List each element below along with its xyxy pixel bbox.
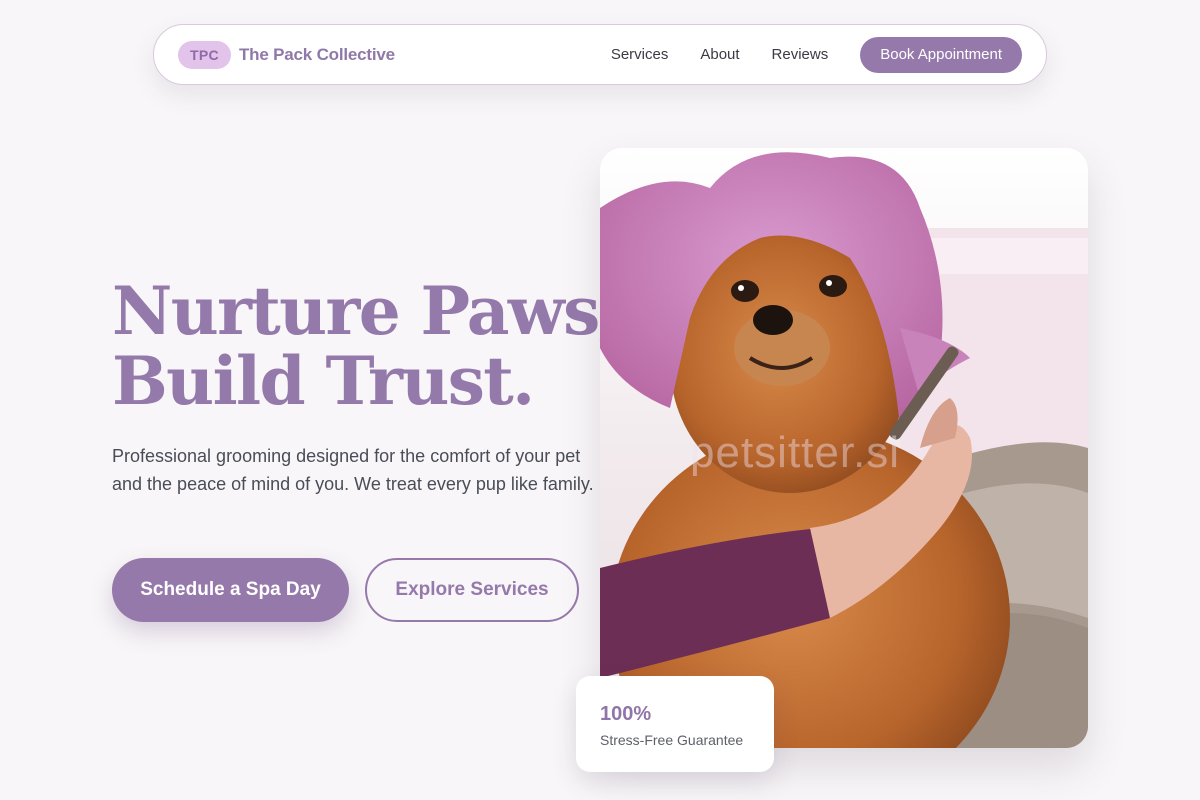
stat-value: 100% xyxy=(600,703,652,725)
nav-link-about[interactable]: About xyxy=(700,46,739,63)
schedule-spa-day-button[interactable]: Schedule a Spa Day xyxy=(112,558,349,622)
logo-badge: TPC xyxy=(178,40,231,69)
image-watermark: petsitter.si xyxy=(690,428,901,477)
nav-link-services[interactable]: Services xyxy=(611,46,669,63)
stress-free-stat-card: 100% Stress-Free Guarantee xyxy=(576,676,774,772)
top-navbar: TPC The Pack Collective Services About R… xyxy=(153,24,1047,85)
book-appointment-button[interactable]: Book Appointment xyxy=(860,36,1022,73)
nav-link-reviews[interactable]: Reviews xyxy=(772,46,829,63)
headline-line-1: Nurture Paws, xyxy=(112,272,622,350)
hero-headline: Nurture Paws, Build Trust. xyxy=(112,272,622,420)
brand-logo[interactable]: TPC The Pack Collective xyxy=(178,40,395,69)
brand-name: The Pack Collective xyxy=(239,44,395,64)
hero-subtext: Professional grooming designed for the c… xyxy=(112,446,594,494)
page: TPC The Pack Collective Services About R… xyxy=(0,0,1200,800)
hero-dog-photo: petsitter.si xyxy=(600,148,1088,748)
stat-label: Stress-Free Guarantee xyxy=(600,732,744,748)
nav-links: Services About Reviews Book Appointment xyxy=(611,36,1022,73)
explore-services-button[interactable]: Explore Services xyxy=(365,558,579,622)
headline-line-2: Build Trust. xyxy=(112,342,535,420)
